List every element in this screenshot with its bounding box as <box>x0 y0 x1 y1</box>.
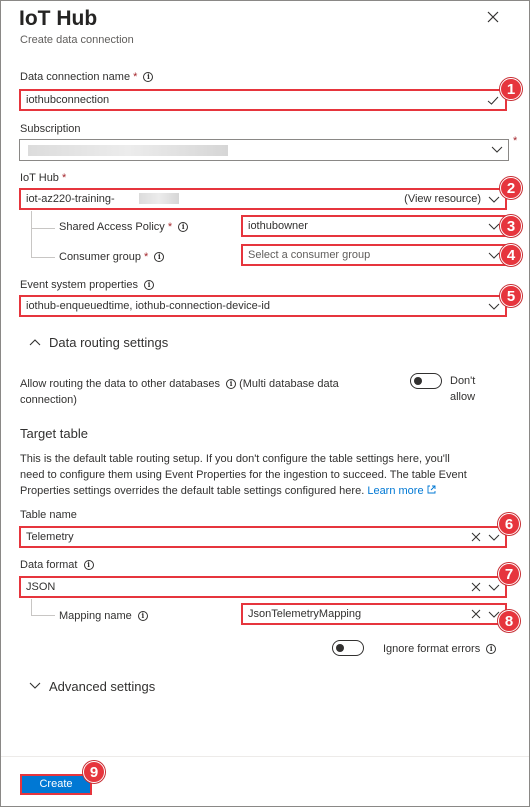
info-icon[interactable]: i <box>137 611 148 621</box>
iot-hub-dropdown[interactable]: iot-az220-training- (View resource) <box>19 188 507 210</box>
chevron-down-icon <box>488 584 500 591</box>
clear-icon[interactable] <box>471 609 481 619</box>
shared-access-policy-label: Shared Access Policy * i <box>59 221 189 233</box>
step-badge-7: 7 <box>498 563 520 585</box>
toggle-knob <box>414 377 422 385</box>
subscription-label: Subscription <box>20 123 81 135</box>
tree-connector <box>31 229 55 258</box>
step-badge-8: 8 <box>498 610 520 632</box>
step-badge-6: 6 <box>498 513 520 535</box>
mapping-name-label: Mapping name i <box>59 610 148 622</box>
table-name-dropdown[interactable]: Telemetry <box>19 526 507 548</box>
chevron-down-icon <box>488 196 500 203</box>
target-table-header: Target table <box>20 426 88 441</box>
tree-connector <box>31 599 55 616</box>
event-system-properties-dropdown[interactable]: iothub-enqueuedtime, iothub-connection-d… <box>19 295 507 317</box>
data-connection-name-label: Data connection name * i <box>20 71 154 83</box>
data-connection-name-input[interactable]: iothubconnection <box>19 89 507 111</box>
subscription-dropdown[interactable] <box>19 139 509 161</box>
checkmark-icon <box>487 96 499 105</box>
toggle-knob <box>336 644 344 652</box>
info-icon[interactable]: i <box>486 644 497 654</box>
step-badge-9: 9 <box>83 761 105 783</box>
data-format-dropdown[interactable]: JSON <box>19 576 507 598</box>
panel-subtitle: Create data connection <box>20 34 134 46</box>
tree-connector <box>31 211 55 229</box>
redacted-hub-suffix <box>139 193 179 204</box>
required-marker: * <box>133 71 138 83</box>
info-icon[interactable]: i <box>226 379 237 389</box>
required-marker: * <box>513 135 518 147</box>
learn-more-link[interactable]: Learn more <box>367 485 436 497</box>
info-icon[interactable]: i <box>144 280 155 290</box>
allow-routing-toggle-label: Don't allow <box>450 375 476 403</box>
ignore-format-errors-toggle[interactable] <box>332 640 364 656</box>
info-icon[interactable]: i <box>143 72 154 82</box>
create-button[interactable]: Create <box>20 774 92 795</box>
close-icon[interactable] <box>485 9 501 25</box>
chevron-down-icon <box>488 534 500 541</box>
consumer-group-label: Consumer group * i <box>59 251 165 263</box>
step-badge-2: 2 <box>500 177 522 199</box>
step-badge-4: 4 <box>500 244 522 266</box>
allow-routing-label: Allow routing the data to other database… <box>20 378 339 406</box>
chevron-down-icon <box>491 146 503 153</box>
clear-icon[interactable] <box>471 532 481 542</box>
step-badge-5: 5 <box>500 285 522 307</box>
target-table-description: This is the default table routing setup.… <box>20 453 467 497</box>
chevron-down-icon <box>488 223 500 230</box>
chevron-down-icon <box>29 682 41 689</box>
view-resource-link[interactable]: (View resource) <box>404 190 481 208</box>
data-format-label: Data format i <box>20 559 94 571</box>
clear-icon[interactable] <box>471 582 481 592</box>
iot-hub-label: IoT Hub * <box>20 172 67 184</box>
footer-divider <box>1 756 529 757</box>
create-data-connection-panel: IoT Hub Create data connection Data conn… <box>0 0 530 807</box>
chevron-down-icon <box>488 252 500 259</box>
table-name-label: Table name <box>20 509 77 521</box>
allow-routing-toggle[interactable] <box>410 373 442 389</box>
redacted-subscription <box>28 145 228 156</box>
shared-access-policy-dropdown[interactable]: iothubowner <box>241 215 507 237</box>
data-routing-settings-toggle[interactable]: Data routing settings <box>29 335 168 350</box>
panel-title: IoT Hub <box>19 7 98 30</box>
consumer-group-dropdown[interactable]: Select a consumer group <box>241 244 507 266</box>
advanced-settings-toggle[interactable]: Advanced settings <box>29 679 155 694</box>
ignore-format-errors-label: Ignore format errors i <box>383 643 497 655</box>
external-link-icon <box>427 485 436 494</box>
info-icon[interactable]: i <box>178 222 189 232</box>
info-icon[interactable]: i <box>154 252 165 262</box>
event-system-properties-label: Event system properties i <box>20 279 155 291</box>
chevron-down-icon <box>488 303 500 310</box>
step-badge-1: 1 <box>500 78 522 100</box>
mapping-name-dropdown[interactable]: JsonTelemetryMapping <box>241 603 507 625</box>
info-icon[interactable]: i <box>83 560 94 570</box>
chevron-up-icon <box>29 339 41 346</box>
step-badge-3: 3 <box>500 215 522 237</box>
